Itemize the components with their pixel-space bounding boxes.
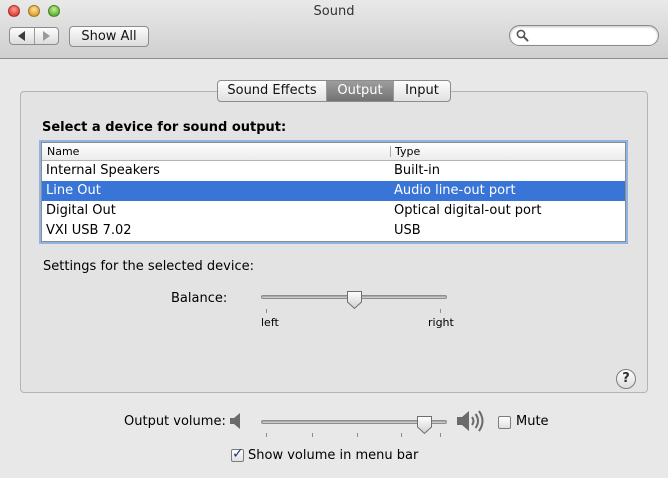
device-name: Line Out xyxy=(46,183,101,198)
mute-label[interactable]: Mute xyxy=(516,414,549,429)
device-type: Audio line-out port xyxy=(394,183,516,198)
speaker-low-icon xyxy=(230,413,240,429)
balance-left-label: left xyxy=(261,316,279,329)
tab-sound-effects[interactable]: Sound Effects xyxy=(218,81,326,101)
balance-label: Balance: xyxy=(171,291,228,306)
volume-tick xyxy=(440,433,441,437)
volume-tick xyxy=(401,433,402,437)
column-divider xyxy=(390,146,391,157)
window-titlebar: Sound Show All xyxy=(0,0,668,59)
table-row[interactable]: Internal Speakers Built-in xyxy=(42,161,625,181)
show-volume-label[interactable]: Show volume in menu bar xyxy=(248,448,418,463)
search-field[interactable] xyxy=(509,25,659,46)
balance-slider-thumb[interactable] xyxy=(346,290,363,310)
search-icon xyxy=(516,29,529,42)
help-button[interactable]: ? xyxy=(616,369,636,389)
device-list-heading: Select a device for sound output: xyxy=(42,120,287,135)
balance-tick-left xyxy=(266,309,267,313)
back-button[interactable] xyxy=(10,28,35,44)
output-volume-label: Output volume: xyxy=(124,414,226,429)
tab-input[interactable]: Input xyxy=(393,81,450,101)
speaker-high-icon xyxy=(457,410,484,432)
output-device-table[interactable]: Name Type Internal Speakers Built-in Lin… xyxy=(41,142,626,242)
table-row[interactable]: VXI USB 7.02 USB xyxy=(42,221,625,241)
show-volume-checkbox[interactable]: ✓ xyxy=(231,446,244,462)
column-header-name[interactable]: Name xyxy=(47,143,79,160)
device-type: USB xyxy=(394,223,421,238)
device-type: Optical digital-out port xyxy=(394,203,542,218)
balance-tick-right xyxy=(440,309,441,313)
volume-slider-thumb[interactable] xyxy=(416,415,433,435)
search-input[interactable] xyxy=(532,28,652,43)
back-forward-control xyxy=(9,27,59,45)
forward-arrow-icon xyxy=(42,31,50,41)
help-icon: ? xyxy=(622,371,630,386)
device-settings-label: Settings for the selected device: xyxy=(43,259,255,274)
forward-button[interactable] xyxy=(35,28,59,44)
table-row[interactable]: Digital Out Optical digital-out port xyxy=(42,201,625,221)
back-arrow-icon xyxy=(18,31,26,41)
show-all-button[interactable]: Show All xyxy=(69,26,149,47)
tab-bar: Sound Effects Output Input xyxy=(217,80,451,102)
output-panel xyxy=(20,91,648,393)
device-name: Digital Out xyxy=(46,203,116,218)
tab-output[interactable]: Output xyxy=(326,81,393,101)
volume-tick xyxy=(357,433,358,437)
window-title: Sound xyxy=(313,4,355,19)
mute-checkbox[interactable] xyxy=(498,416,511,429)
column-header-type[interactable]: Type xyxy=(395,143,420,160)
volume-tick xyxy=(312,433,313,437)
device-type: Built-in xyxy=(394,163,441,178)
table-row-selected[interactable]: Line Out Audio line-out port xyxy=(42,181,625,201)
table-header: Name Type xyxy=(42,143,625,161)
checkmark-icon: ✓ xyxy=(232,446,244,462)
device-name: Internal Speakers xyxy=(46,163,160,178)
volume-tick xyxy=(266,433,267,437)
device-name: VXI USB 7.02 xyxy=(46,223,132,238)
balance-right-label: right xyxy=(428,316,454,329)
